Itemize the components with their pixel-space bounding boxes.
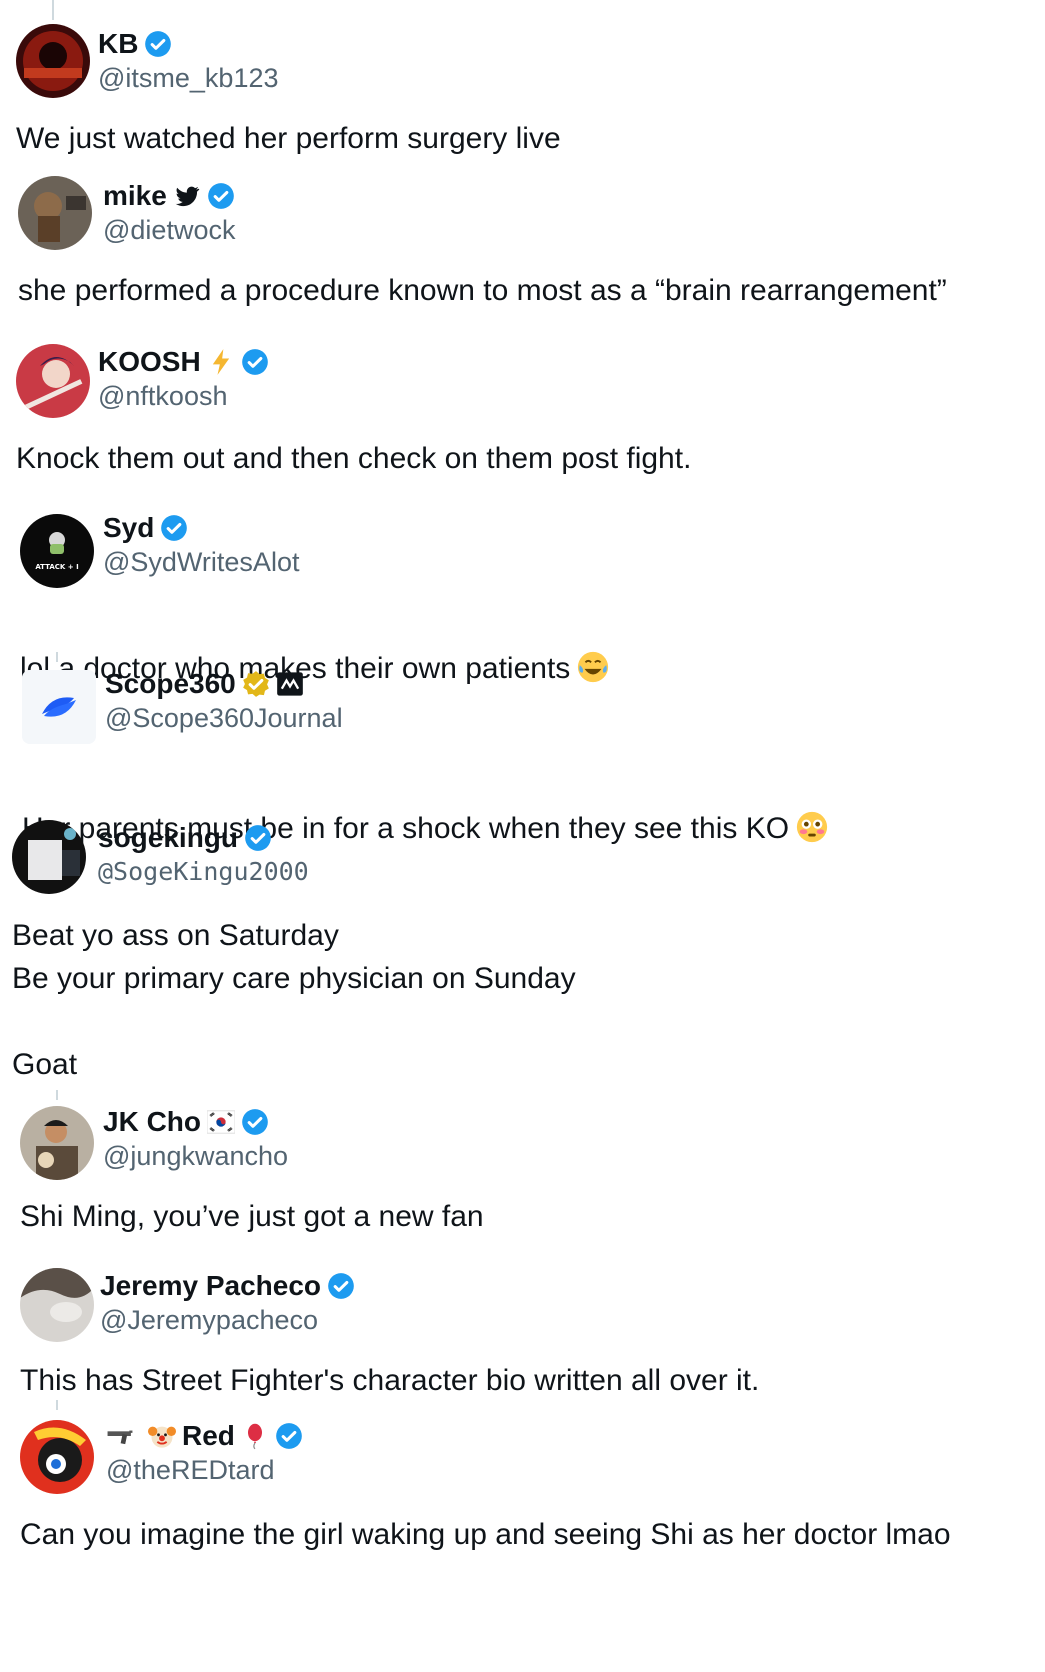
flushed-emoji-icon bbox=[795, 810, 829, 844]
user-handle[interactable]: @dietwock bbox=[103, 214, 235, 246]
display-name[interactable]: Red bbox=[182, 1420, 235, 1452]
tweet-text: Knock them out and then check on them po… bbox=[16, 442, 692, 475]
tweet-text: Beat yo ass on Saturday Be your primary … bbox=[12, 919, 576, 1081]
verified-badge-icon bbox=[160, 514, 188, 542]
avatar[interactable] bbox=[16, 24, 90, 98]
tweet-text: Shi Ming, you’ve just got a new fan bbox=[20, 1200, 484, 1233]
verified-badge-icon bbox=[241, 1108, 269, 1136]
balloon-icon bbox=[241, 1422, 269, 1450]
user-handle[interactable]: @SogeKingu2000 bbox=[98, 856, 309, 888]
verified-badge-icon bbox=[241, 348, 269, 376]
laughing-crying-emoji-icon bbox=[576, 650, 610, 684]
thread-connector bbox=[56, 652, 58, 662]
bird-icon bbox=[173, 182, 201, 210]
display-name[interactable]: Scope360 bbox=[105, 668, 236, 700]
verified-gold-badge-icon bbox=[242, 670, 270, 698]
avatar[interactable] bbox=[22, 670, 96, 744]
user-handle[interactable]: @Scope360Journal bbox=[105, 702, 343, 734]
tweet-text: Can you imagine the girl waking up and s… bbox=[20, 1518, 951, 1551]
verified-badge-icon bbox=[275, 1422, 303, 1450]
avatar[interactable] bbox=[16, 344, 90, 418]
user-handle[interactable]: @jungkwancho bbox=[103, 1140, 288, 1172]
user-handle[interactable]: @nftkoosh bbox=[98, 380, 227, 412]
display-name[interactable]: sogekingu bbox=[98, 822, 238, 854]
avatar[interactable] bbox=[20, 1420, 94, 1494]
user-handle[interactable]: @Jeremypacheco bbox=[100, 1304, 318, 1336]
thread-connector bbox=[56, 1090, 58, 1100]
affiliate-logo-icon[interactable] bbox=[276, 670, 304, 698]
tweet-text: This has Street Fighter's character bio … bbox=[20, 1364, 760, 1397]
avatar[interactable] bbox=[20, 1268, 94, 1342]
tweet-text: We just watched her perform surgery live bbox=[16, 122, 561, 155]
avatar-text: ATTACK + I bbox=[35, 563, 78, 571]
display-name[interactable]: KB bbox=[98, 28, 138, 60]
user-handle[interactable]: @SydWritesAlot bbox=[103, 546, 299, 578]
display-name[interactable]: Syd bbox=[103, 512, 154, 544]
lightning-icon bbox=[207, 348, 235, 376]
gun-icon bbox=[106, 1422, 142, 1450]
korea-flag-icon bbox=[207, 1108, 235, 1136]
display-name[interactable]: Jeremy Pacheco bbox=[100, 1270, 321, 1302]
avatar[interactable] bbox=[18, 176, 92, 250]
verified-badge-icon bbox=[327, 1272, 355, 1300]
user-handle[interactable]: @theREDtard bbox=[106, 1454, 274, 1486]
avatar[interactable] bbox=[12, 820, 86, 894]
tweet-text: she performed a procedure known to most … bbox=[18, 274, 947, 307]
thread-connector bbox=[56, 1400, 58, 1410]
avatar[interactable]: ATTACK + I bbox=[20, 514, 94, 588]
avatar[interactable] bbox=[20, 1106, 94, 1180]
clown-icon bbox=[148, 1422, 176, 1450]
display-name[interactable]: JK Cho bbox=[103, 1106, 201, 1138]
verified-badge-icon bbox=[207, 182, 235, 210]
thread-connector bbox=[52, 0, 54, 20]
display-name[interactable]: KOOSH bbox=[98, 346, 201, 378]
display-name[interactable]: mike bbox=[103, 180, 167, 212]
verified-badge-icon bbox=[244, 824, 272, 852]
user-handle[interactable]: @itsme_kb123 bbox=[98, 62, 279, 94]
verified-badge-icon bbox=[144, 30, 172, 58]
